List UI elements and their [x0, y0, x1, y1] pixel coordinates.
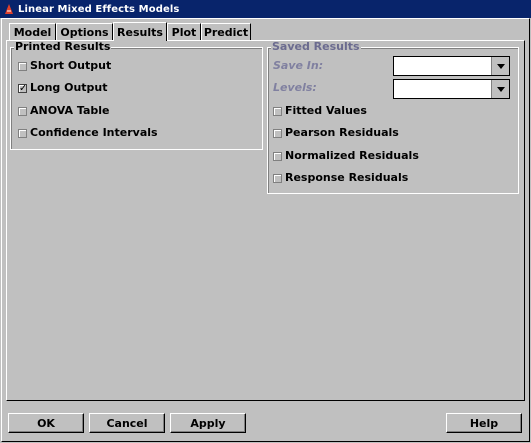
- levels-combo[interactable]: [393, 79, 510, 99]
- chevron-down-icon: [496, 86, 505, 92]
- long-output-checkbox[interactable]: ✓: [18, 83, 28, 94]
- levels-label: Levels:: [273, 81, 317, 94]
- anova-table-label[interactable]: ANOVA Table: [30, 104, 110, 117]
- ok-button[interactable]: OK: [8, 413, 84, 433]
- anova-table-checkbox[interactable]: [18, 107, 27, 116]
- apply-button[interactable]: Apply: [170, 413, 246, 433]
- tab-model[interactable]: Model: [9, 23, 56, 40]
- response-residuals-checkbox[interactable]: [273, 174, 282, 183]
- tab-predict[interactable]: Predict: [201, 23, 251, 40]
- app-icon: [4, 3, 14, 15]
- pearson-residuals-checkbox[interactable]: [273, 129, 282, 138]
- normalized-residuals-checkbox[interactable]: [273, 152, 282, 161]
- long-output-label[interactable]: Long Output: [30, 81, 108, 94]
- cancel-button[interactable]: Cancel: [89, 413, 165, 433]
- title-bar[interactable]: Linear Mixed Effects Models: [0, 0, 531, 18]
- printed-results-legend: Printed Results: [14, 40, 112, 53]
- checkmark-icon: ✓: [19, 83, 28, 94]
- save-in-label: Save In:: [273, 59, 324, 72]
- help-button[interactable]: Help: [446, 413, 522, 433]
- saved-results-legend: Saved Results: [271, 40, 361, 53]
- levels-dropdown-button[interactable]: [491, 80, 509, 98]
- save-in-dropdown-button[interactable]: [491, 57, 509, 75]
- fitted-values-label[interactable]: Fitted Values: [285, 104, 367, 117]
- fitted-values-checkbox[interactable]: [273, 107, 282, 116]
- response-residuals-label[interactable]: Response Residuals: [285, 171, 408, 184]
- tab-plot[interactable]: Plot: [167, 23, 201, 40]
- chevron-down-icon: [496, 63, 505, 69]
- confidence-intervals-checkbox[interactable]: [18, 129, 27, 138]
- window-title: Linear Mixed Effects Models: [18, 3, 180, 15]
- tab-results[interactable]: Results: [113, 22, 167, 41]
- tab-options[interactable]: Options: [56, 23, 113, 40]
- confidence-intervals-label[interactable]: Confidence Intervals: [30, 126, 158, 139]
- pearson-residuals-label[interactable]: Pearson Residuals: [285, 126, 399, 139]
- save-in-combo[interactable]: [393, 56, 510, 76]
- short-output-checkbox[interactable]: [18, 62, 27, 71]
- normalized-residuals-label[interactable]: Normalized Residuals: [285, 149, 419, 162]
- short-output-label[interactable]: Short Output: [30, 59, 111, 72]
